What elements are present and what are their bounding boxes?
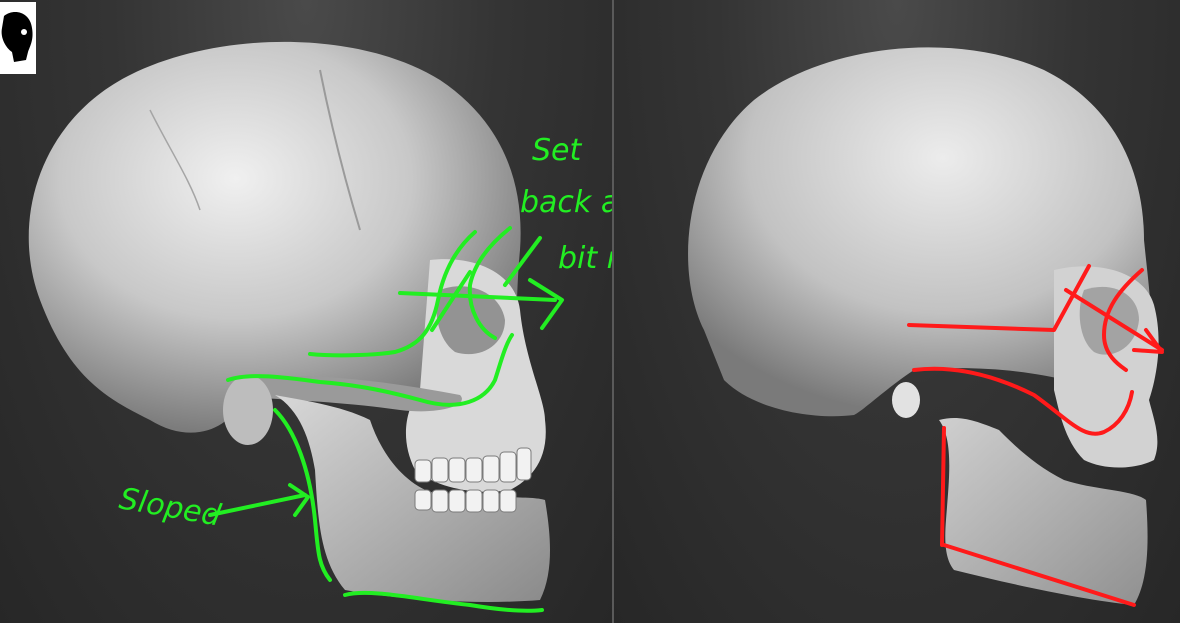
skull-profile-icon [1, 12, 33, 62]
annotation-set: Set [532, 133, 583, 168]
viewport-reference[interactable]: Set back a bit more Sloped [0, 0, 612, 623]
annotation-bit-more: bit more [558, 241, 612, 276]
reference-skull-render: Set back a bit more Sloped [28, 41, 612, 613]
thumbnail-panel[interactable] [0, 2, 36, 74]
sculpt-skull-render [688, 47, 1164, 607]
viewport-sculpt[interactable] [614, 0, 1180, 623]
annotation-sloped: Sloped [117, 481, 225, 533]
annotation-back-a: back a [520, 185, 612, 220]
